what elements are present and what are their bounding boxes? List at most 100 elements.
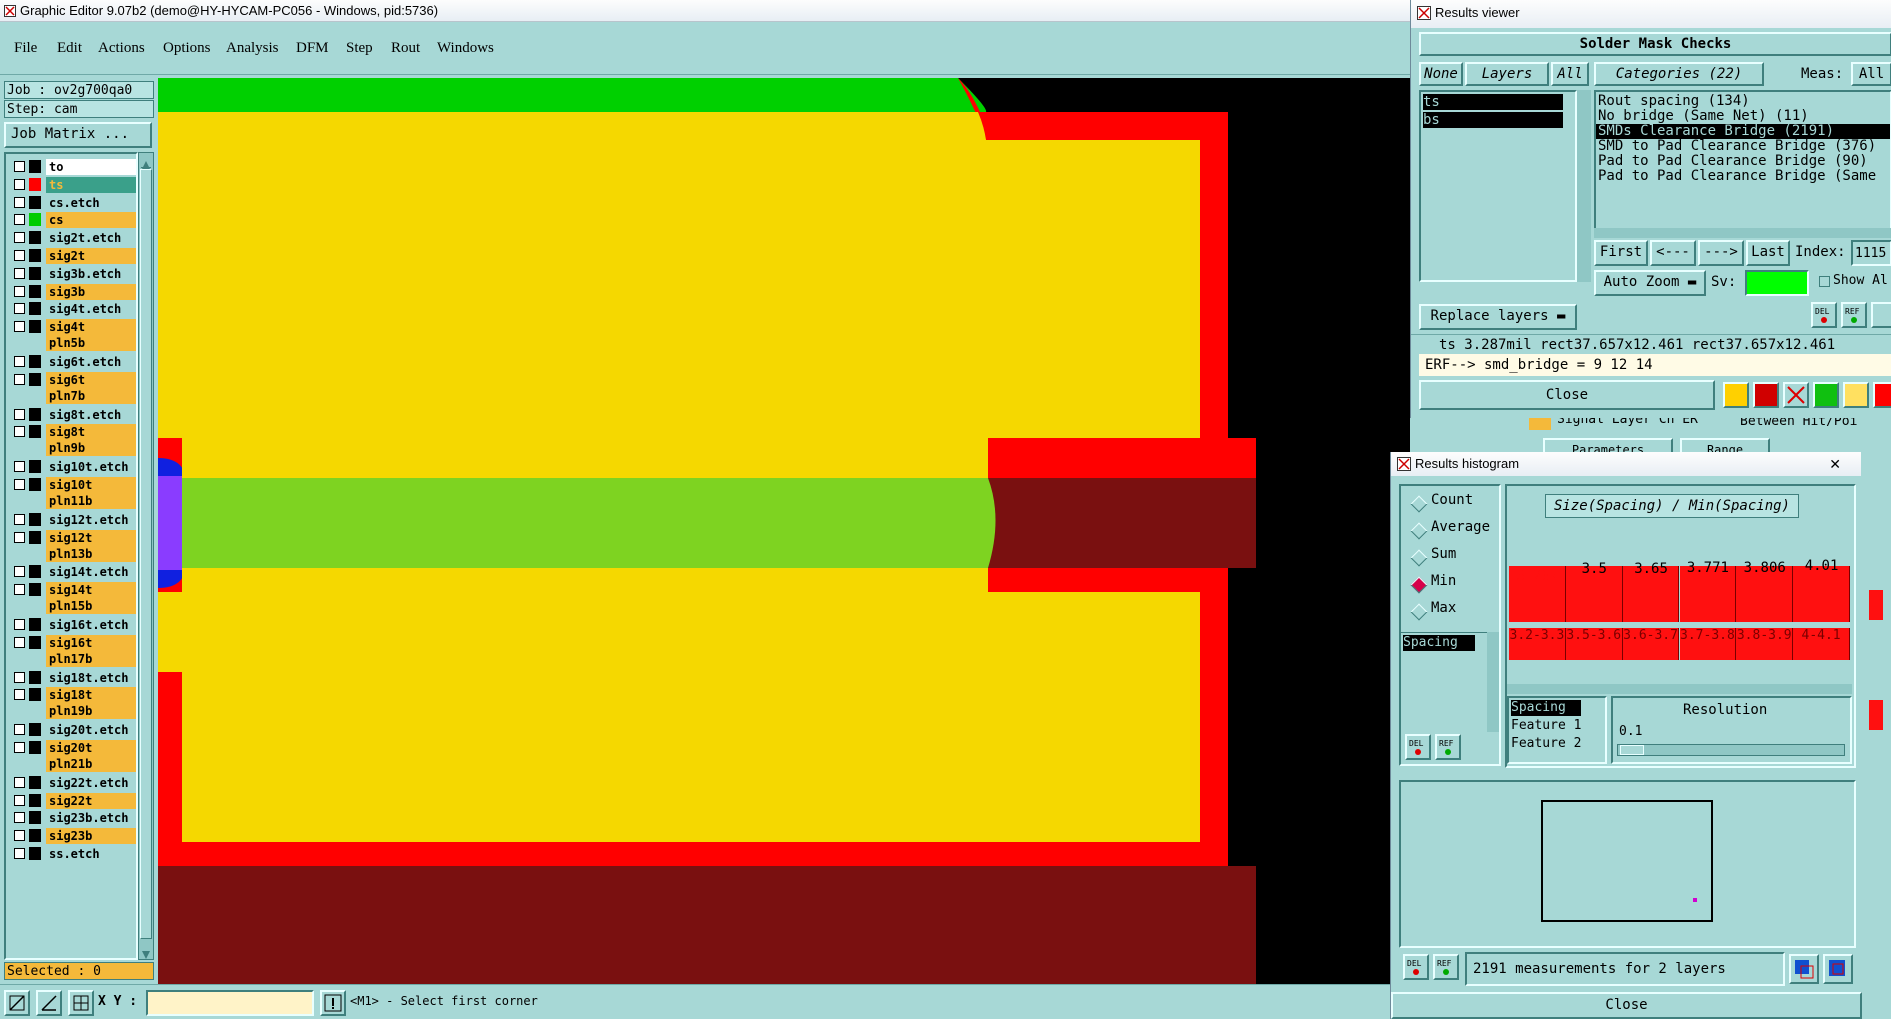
layer-color-swatch[interactable] [29,847,41,860]
layers-button[interactable]: Layers [1465,62,1549,86]
layer-row[interactable]: sig10t.etch [14,458,136,476]
layer-row[interactable]: sig16t pln17b [14,634,136,668]
layer-color-swatch[interactable] [29,478,41,491]
layer-color-swatch[interactable] [29,670,41,684]
all-button[interactable]: All [1551,62,1589,86]
layer-checkbox[interactable] [14,214,25,226]
radio-average[interactable] [1410,522,1428,540]
scroll-thumb[interactable] [140,169,152,939]
layer-checkbox[interactable] [14,724,25,736]
menu-rout[interactable]: Rout [391,40,420,57]
layer-list-scrollbar[interactable] [1577,90,1591,282]
layer-row[interactable]: sig20t.etch [14,721,136,739]
layer-row[interactable]: sig16t.etch [14,616,136,633]
del-icon[interactable]: DEL [1405,734,1431,760]
layer-color-swatch[interactable] [29,425,41,439]
layer-color-swatch[interactable] [29,618,41,631]
last-button[interactable]: Last [1746,240,1790,266]
undo-icon[interactable] [1871,302,1891,328]
layer-checkbox[interactable] [14,513,25,525]
layer-checkbox[interactable] [14,426,25,438]
category-item[interactable]: SMD to Pad Clearance Bridge (376) [1596,139,1890,154]
layer-checkbox[interactable] [14,479,25,490]
close-icon[interactable]: ✕ [1829,452,1841,476]
layer-color-swatch[interactable] [29,635,41,649]
category-item[interactable]: Pad to Pad Clearance Bridge (90) [1596,154,1890,169]
layer-color-swatch[interactable] [29,811,41,825]
categories-button[interactable]: Categories (22) [1594,62,1764,86]
del-icon[interactable]: DEL [1403,954,1429,980]
layer-color-swatch[interactable] [29,195,41,209]
histogram-close-button[interactable]: Close [1391,992,1862,1019]
layer-row[interactable]: sig6t.etch [14,353,136,370]
xy-input[interactable] [146,990,314,1016]
layer-result-item[interactable]: ts [1423,94,1563,110]
layer-checkbox[interactable] [14,356,25,367]
menu-analysis[interactable]: Analysis [226,40,279,57]
attribute-item[interactable]: Spacing [1403,635,1475,651]
menu-edit[interactable]: Edit [57,40,82,57]
layer-checkbox[interactable] [14,671,25,683]
category-item[interactable]: SMDs Clearance Bridge (2191) [1596,124,1890,139]
angle-icon[interactable] [36,990,62,1016]
layer-row[interactable]: sig4t pln5b [14,318,136,352]
layer-color-swatch[interactable] [29,583,41,597]
layer-checkbox[interactable] [14,531,25,543]
category-item[interactable]: Rout spacing (134) [1596,94,1890,109]
layer-color-swatch[interactable] [29,407,41,421]
layer-color-swatch[interactable] [29,160,41,173]
stop-icon[interactable] [1753,382,1779,408]
layer-color-swatch[interactable] [29,231,41,245]
exit-icon[interactable] [1873,382,1891,408]
menu-windows[interactable]: Windows [437,40,494,57]
layer-row[interactable]: sig10t pln11b [14,476,136,510]
scroll-down-arrow[interactable] [141,945,151,959]
layer-list-scrollbar[interactable] [138,152,154,960]
layer-checkbox[interactable] [14,232,25,244]
resolution-slider-thumb[interactable] [1620,745,1644,755]
layer-checkbox[interactable] [14,776,25,788]
layer-checkbox[interactable] [14,689,25,701]
layer-color-swatch[interactable] [29,565,41,579]
close-button[interactable]: Close [1419,380,1715,410]
layer-color-swatch[interactable] [29,372,41,386]
layer-color-swatch[interactable] [29,320,41,334]
layer-row[interactable]: sig12t.etch [14,511,136,528]
x-attribute-item[interactable]: Feature 1 [1511,718,1605,734]
layer-row[interactable]: sig14t pln15b [14,581,136,615]
next-button[interactable]: ---> [1698,240,1744,266]
layer-checkbox[interactable] [14,794,25,806]
layer-checkbox[interactable] [14,178,25,190]
ref-icon[interactable]: REF [1841,302,1867,328]
del-icon[interactable]: DEL [1811,302,1837,328]
layer-row[interactable]: sig2t [14,247,136,264]
grid-icon[interactable] [68,990,94,1016]
layer-checkbox[interactable] [14,636,25,648]
layer-color-swatch[interactable] [29,302,41,316]
layer-checkbox[interactable] [14,267,25,279]
layer-row[interactable]: sig23b [14,827,136,845]
x-attribute-item[interactable]: Spacing [1511,700,1581,716]
sv-color-select[interactable] [1745,270,1809,296]
job-matrix-button[interactable]: Job Matrix ... [4,122,152,148]
layer-row[interactable]: cs.etch [14,194,136,211]
layer-row[interactable]: sig22t [14,792,136,809]
layer-checkbox[interactable] [14,461,25,473]
layer-color-swatch[interactable] [29,284,41,298]
layer-row[interactable]: sig4t.etch [14,300,136,318]
ref-icon[interactable]: REF [1433,954,1459,980]
menu-options[interactable]: Options [163,40,211,57]
layer-checkbox[interactable] [14,196,25,208]
layer-checkbox[interactable] [14,250,25,261]
count-icon[interactable] [1813,382,1839,408]
show-all-checkbox[interactable] [1819,276,1830,287]
layer-checkbox[interactable] [14,566,25,578]
x-attribute-item[interactable]: Feature 2 [1511,736,1605,752]
layer-color-swatch[interactable] [29,775,41,789]
layer-row[interactable]: ts [14,176,136,193]
layer-row[interactable]: sig8t pln9b [14,423,136,457]
first-button[interactable]: First [1594,240,1648,266]
layer-row[interactable]: sig18t.etch [14,669,136,686]
exclude-icon[interactable] [1783,382,1809,408]
layer-checkbox[interactable] [14,619,25,630]
